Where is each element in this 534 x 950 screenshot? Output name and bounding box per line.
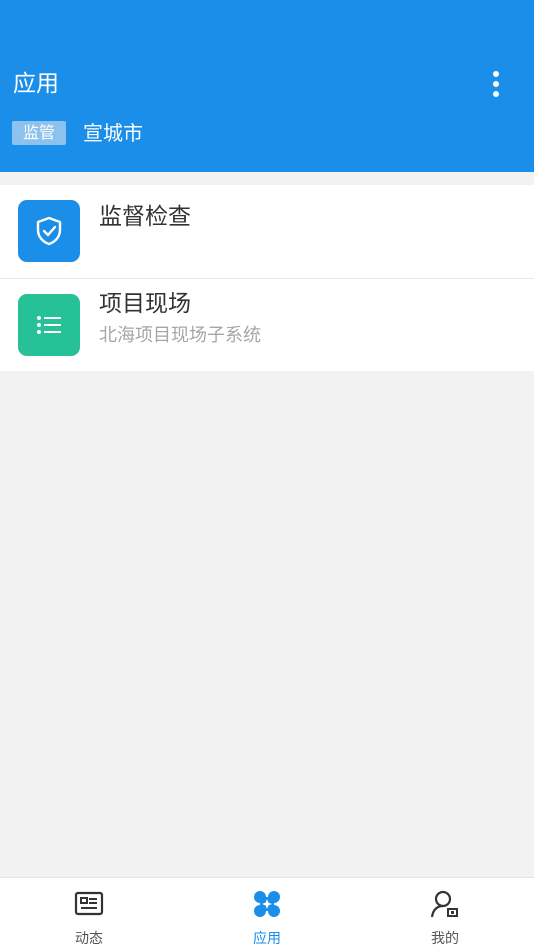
apps-icon bbox=[254, 891, 280, 917]
app-subtitle: 北海项目现场子系统 bbox=[99, 325, 261, 346]
app-item-supervision[interactable]: 监督检查 bbox=[0, 185, 534, 278]
bottom-tab-bar: 动态 应用 我的 bbox=[0, 877, 534, 950]
more-vertical-icon bbox=[493, 71, 499, 77]
user-icon bbox=[430, 890, 458, 918]
app-name: 项目现场 bbox=[99, 291, 191, 317]
page-title: 应用 bbox=[13, 71, 59, 97]
tab-feed[interactable]: 动态 bbox=[39, 878, 139, 950]
app-name: 监督检查 bbox=[99, 204, 191, 230]
app-list: 监督检查 项目现场 北海项目现场子系统 bbox=[0, 185, 534, 371]
shield-check-icon bbox=[18, 200, 80, 262]
role-tag: 监管 bbox=[12, 121, 67, 145]
tab-label: 动态 bbox=[75, 931, 103, 947]
city-label[interactable]: 宣城市 bbox=[83, 119, 143, 147]
tab-label: 应用 bbox=[253, 931, 281, 947]
more-menu-button[interactable] bbox=[482, 70, 510, 98]
tab-profile[interactable]: 我的 bbox=[395, 878, 495, 950]
app-item-project-site[interactable]: 项目现场 北海项目现场子系统 bbox=[0, 278, 534, 371]
tab-apps[interactable]: 应用 bbox=[217, 878, 317, 950]
app-header: 应用 监管 宣城市 bbox=[0, 0, 534, 172]
list-icon bbox=[18, 294, 80, 356]
tab-label: 我的 bbox=[431, 931, 459, 947]
news-icon bbox=[74, 891, 104, 916]
